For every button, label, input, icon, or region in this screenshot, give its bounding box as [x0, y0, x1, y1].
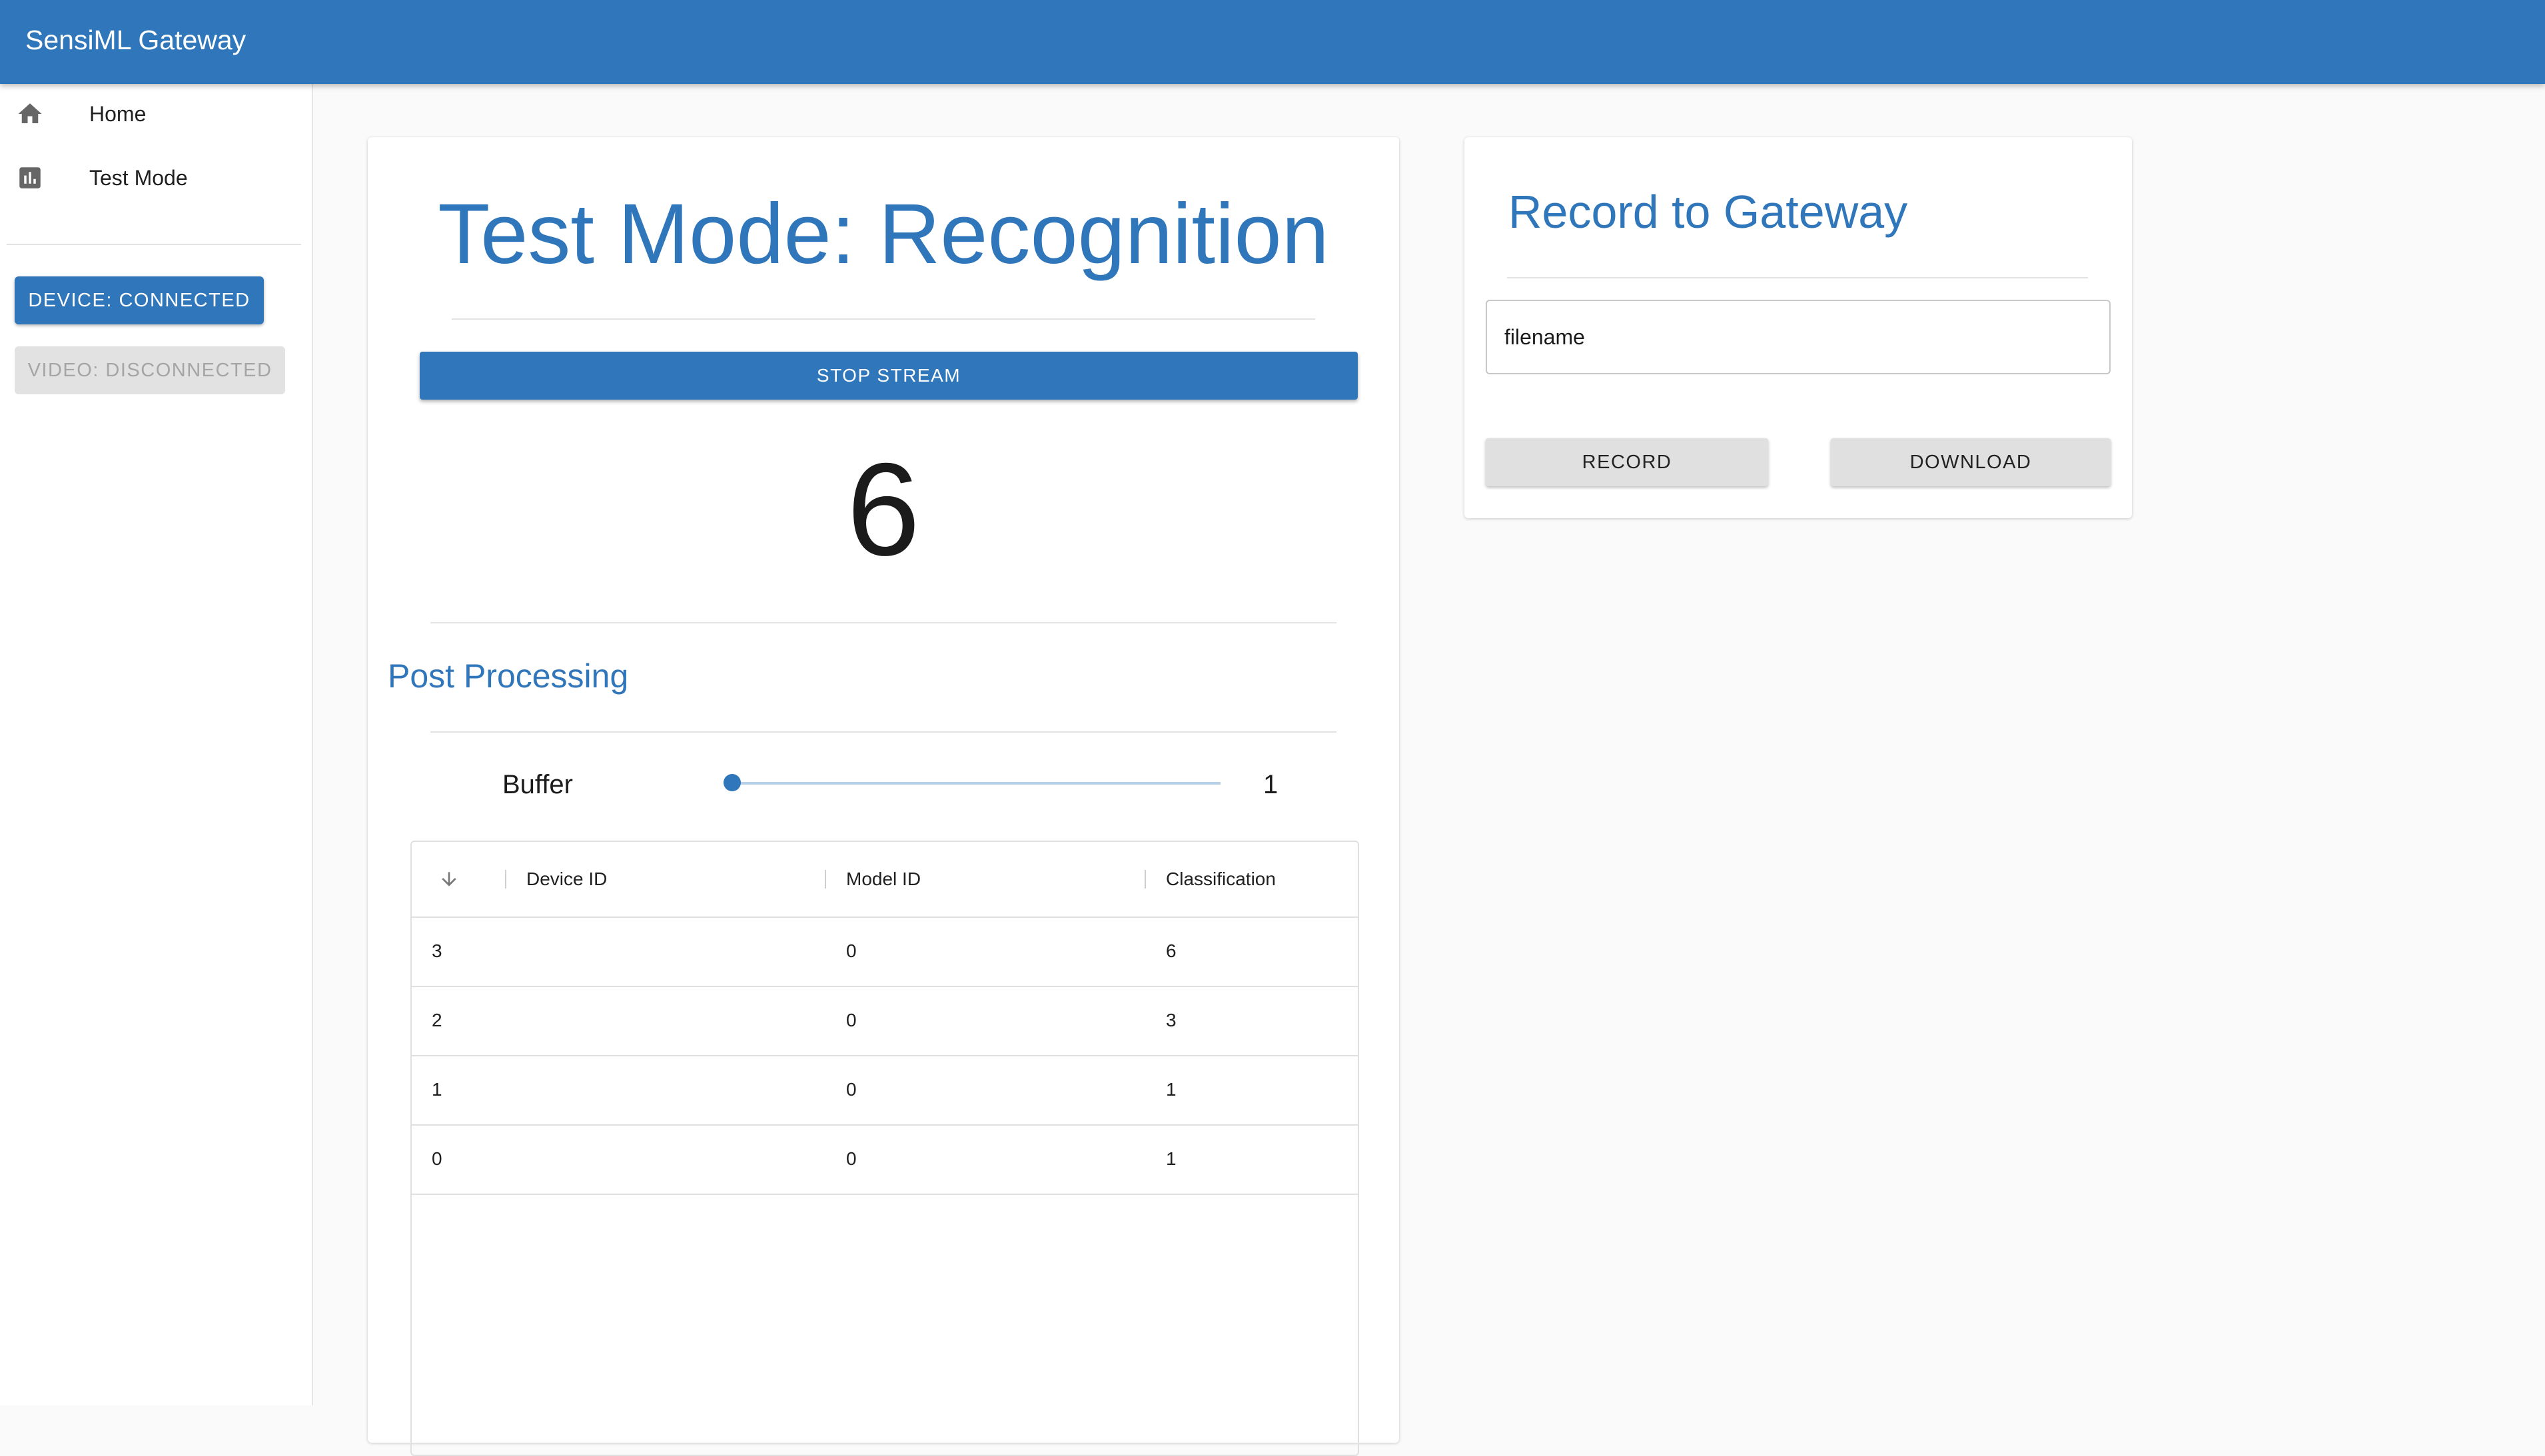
cell-model-id: 0	[846, 940, 857, 961]
buffer-value: 1	[1263, 770, 1278, 799]
record-button[interactable]: RECORD	[1486, 438, 1768, 486]
buffer-label: Buffer	[502, 770, 573, 799]
download-button[interactable]: DOWNLOAD	[1831, 438, 2111, 486]
table-row[interactable]: 2 0 3	[412, 986, 1358, 1056]
table-row[interactable]: 3 0 6	[412, 916, 1358, 987]
table-row[interactable]: 1 0 1	[412, 1055, 1358, 1126]
post-processing-divider	[430, 731, 1336, 733]
cell-model-id: 0	[846, 1079, 857, 1100]
cell-model-id: 0	[846, 1010, 857, 1030]
buffer-slider[interactable]	[733, 782, 1221, 785]
table-header: Device ID Model ID Classification	[412, 842, 1358, 918]
column-header-device-id[interactable]: Device ID	[526, 842, 607, 916]
stop-stream-button[interactable]: STOP STREAM	[420, 352, 1358, 400]
device-status-button[interactable]: DEVICE: CONNECTED	[15, 276, 264, 324]
cell-classification: 6	[1166, 940, 1177, 961]
column-header-model-id[interactable]: Model ID	[846, 842, 921, 916]
test-mode-card: Test Mode: Recognition STOP STREAM 6 Pos…	[368, 137, 1399, 1456]
classification-display: 6	[846, 436, 921, 583]
cell-device-id: 2	[432, 1010, 442, 1030]
record-divider	[1507, 277, 2088, 278]
record-card: Record to Gateway RECORD DOWNLOAD	[1464, 137, 2132, 518]
title-divider	[452, 318, 1315, 320]
cell-device-id: 1	[432, 1079, 442, 1100]
post-processing-title: Post Processing	[388, 657, 629, 695]
cell-device-id: 3	[432, 940, 442, 961]
cell-classification: 1	[1166, 1148, 1177, 1169]
section-divider	[430, 622, 1336, 623]
column-separator[interactable]	[1145, 870, 1146, 889]
sidebar-item-label: Test Mode	[89, 166, 188, 190]
cell-device-id: 0	[432, 1148, 442, 1169]
table-row[interactable]: 0 0 1	[412, 1124, 1358, 1195]
sidebar-item-test-mode[interactable]: Test Mode	[0, 148, 312, 208]
sidebar: Home Test Mode DEVICE: CONNECTED VIDEO: …	[0, 84, 313, 1405]
sidebar-item-label: Home	[89, 102, 147, 126]
buffer-slider-thumb[interactable]	[724, 774, 741, 791]
sidebar-item-home[interactable]: Home	[0, 84, 312, 144]
sidebar-divider	[7, 244, 301, 245]
cell-classification: 3	[1166, 1010, 1177, 1030]
app-title: SensiML Gateway	[25, 25, 247, 55]
results-table: Device ID Model ID Classification 3 0 6 …	[410, 841, 1359, 1456]
column-separator[interactable]	[505, 870, 506, 889]
arrow-down-icon[interactable]	[438, 869, 460, 890]
column-header-classification[interactable]: Classification	[1166, 842, 1276, 916]
app-bar: SensiML Gateway	[0, 0, 2545, 84]
record-title: Record to Gateway	[1508, 186, 1908, 238]
video-status-button: VIDEO: DISCONNECTED	[15, 346, 285, 394]
bar-chart-icon	[19, 167, 41, 188]
cell-classification: 1	[1166, 1079, 1177, 1100]
cell-model-id: 0	[846, 1148, 857, 1169]
home-icon	[18, 103, 42, 123]
page-title: Test Mode: Recognition	[438, 186, 1329, 282]
filename-input[interactable]	[1486, 300, 2111, 374]
column-separator[interactable]	[825, 870, 826, 889]
